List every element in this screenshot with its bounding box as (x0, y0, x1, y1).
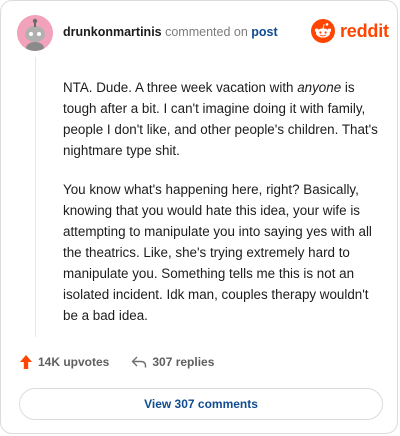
comment-header: drunkonmartinis commented on post (63, 25, 278, 39)
comment-actions: 14K upvotes 307 replies (19, 354, 236, 370)
avatar-snoo-icon (17, 15, 53, 51)
reply-arrow-icon (132, 356, 147, 368)
reddit-snoo-icon (311, 19, 335, 43)
upvotes-count: 14K upvotes (38, 355, 110, 369)
comment-card: drunkonmartinis commented on post reddit… (0, 0, 398, 434)
reddit-logo[interactable]: reddit (311, 19, 389, 43)
comment-paragraph-2: You know what's happening here, right? B… (63, 182, 372, 323)
view-comments-button[interactable]: View 307 comments (19, 388, 383, 420)
post-link[interactable]: post (251, 25, 277, 39)
avatar[interactable] (17, 15, 53, 51)
comment-paragraph-1: NTA. Dude. A three week vacation with an… (63, 80, 378, 158)
upvote-arrow-icon (20, 355, 32, 369)
upvote-button[interactable]: 14K upvotes (19, 354, 109, 370)
replies-button[interactable]: 307 replies (131, 355, 214, 369)
username-link[interactable]: drunkonmartinis (63, 25, 162, 39)
replies-count: 307 replies (152, 355, 215, 369)
reddit-wordmark: reddit (340, 20, 389, 41)
comment-body: NTA. Dude. A three week vacation with an… (63, 77, 381, 344)
thread-line (35, 57, 36, 337)
action-text: commented on (165, 25, 248, 39)
